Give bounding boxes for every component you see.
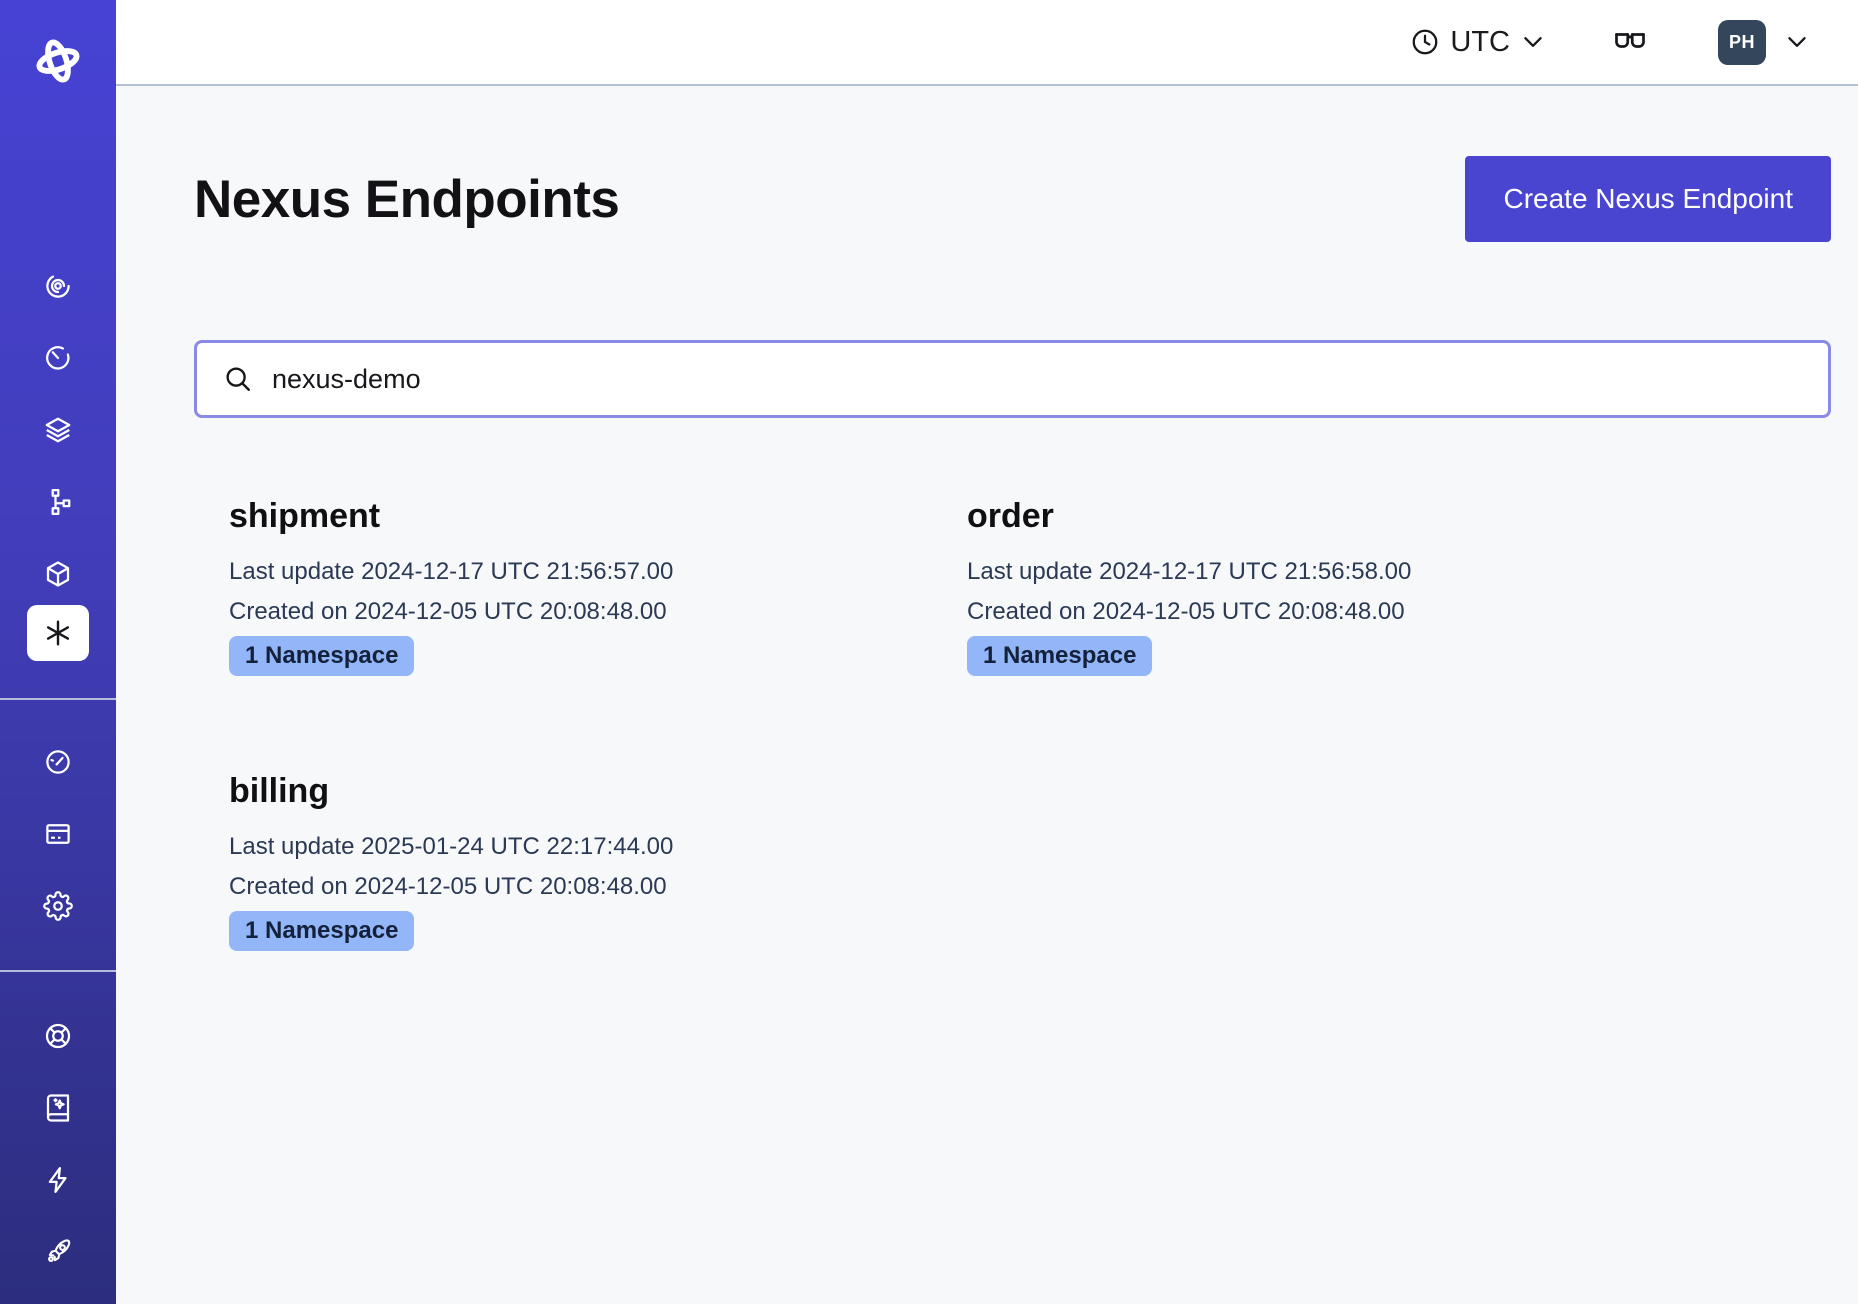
glasses-icon <box>1612 24 1648 60</box>
branch-icon[interactable] <box>43 487 73 517</box>
endpoint-name: shipment <box>229 497 897 536</box>
chevron-down-icon <box>1520 29 1546 55</box>
asterisk-icon-active-tile[interactable] <box>27 605 89 661</box>
timezone-label: UTC <box>1450 26 1510 59</box>
search-icon <box>223 364 253 394</box>
glasses-labs-button[interactable] <box>1612 24 1648 60</box>
rocket-icon[interactable] <box>43 1237 73 1267</box>
page-title: Nexus Endpoints <box>194 169 619 230</box>
timer-icon[interactable] <box>43 343 73 373</box>
layers-icon[interactable] <box>43 415 73 445</box>
lightning-icon[interactable] <box>43 1165 73 1195</box>
gear-icon[interactable] <box>43 891 73 921</box>
spiral-eye-icon[interactable] <box>43 271 73 301</box>
chevron-down-icon <box>1784 29 1810 55</box>
create-nexus-endpoint-button[interactable]: Create Nexus Endpoint <box>1465 156 1831 242</box>
endpoint-created-on: Created on 2024-12-05 UTC 20:08:48.00 <box>229 592 897 632</box>
search-input[interactable] <box>270 343 1828 415</box>
main-content: Nexus Endpoints Create Nexus Endpoint sh… <box>116 156 1858 981</box>
book-sparkle-icon[interactable] <box>43 1093 73 1123</box>
endpoint-last-update: Last update 2024-12-17 UTC 21:56:58.00 <box>967 552 1635 592</box>
account-menu[interactable]: PH <box>1718 20 1810 65</box>
avatar: PH <box>1718 20 1766 65</box>
endpoint-created-on: Created on 2024-12-05 UTC 20:08:48.00 <box>967 592 1635 632</box>
endpoint-last-update: Last update 2024-12-17 UTC 21:56:57.00 <box>229 552 897 592</box>
endpoint-card-order[interactable]: order Last update 2024-12-17 UTC 21:56:5… <box>932 462 1670 706</box>
endpoint-name: billing <box>229 772 897 811</box>
gauge-icon[interactable] <box>43 747 73 777</box>
endpoint-card-shipment[interactable]: shipment Last update 2024-12-17 UTC 21:5… <box>194 462 932 706</box>
sidebar-divider <box>0 698 116 700</box>
namespace-badge: 1 Namespace <box>229 636 414 676</box>
temporal-logo-icon[interactable] <box>31 34 85 88</box>
top-header: UTC PH <box>116 0 1858 86</box>
clock-icon <box>1410 27 1440 57</box>
lifebuoy-icon[interactable] <box>43 1021 73 1051</box>
endpoint-card-billing[interactable]: billing Last update 2025-01-24 UTC 22:17… <box>194 737 932 981</box>
cube-icon[interactable] <box>43 559 73 589</box>
endpoint-search[interactable] <box>194 340 1831 418</box>
sidebar-divider <box>0 970 116 972</box>
sidebar <box>0 0 116 1304</box>
namespace-badge: 1 Namespace <box>229 911 414 951</box>
endpoint-name: order <box>967 497 1635 536</box>
namespace-badge: 1 Namespace <box>967 636 1152 676</box>
credit-card-icon[interactable] <box>43 819 73 849</box>
endpoint-last-update: Last update 2025-01-24 UTC 22:17:44.00 <box>229 827 897 867</box>
timezone-selector[interactable]: UTC <box>1410 26 1546 59</box>
endpoint-card-grid: shipment Last update 2024-12-17 UTC 21:5… <box>194 462 1831 981</box>
endpoint-created-on: Created on 2024-12-05 UTC 20:08:48.00 <box>229 867 897 907</box>
